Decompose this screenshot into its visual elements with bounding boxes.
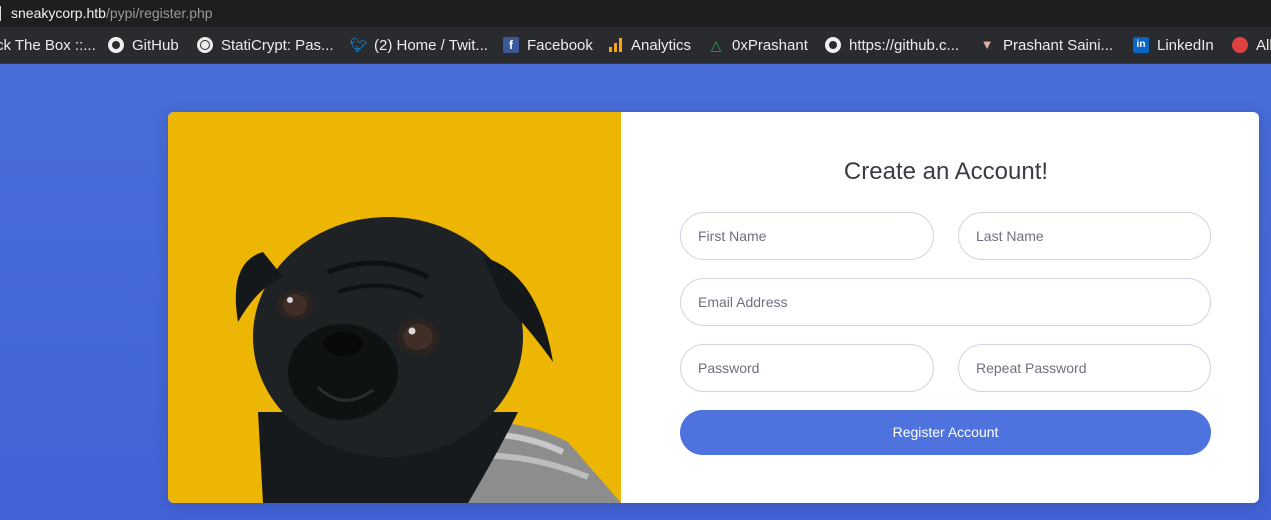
bookmark-label: 0xPrashant [732,36,808,54]
analytics-icon [607,37,623,53]
github-icon [108,37,124,53]
bookmark-github[interactable]: GitHub [108,27,179,63]
triangle-icon: △ [710,37,722,53]
twitter-icon: 🐦︎ [350,37,368,53]
email-placeholder: Email Address [698,294,788,310]
bookmark-label: (2) Home / Twit... [374,36,488,54]
last-name-placeholder: Last Name [976,228,1044,244]
bookmark-label: Facebook [527,36,593,54]
password-input[interactable]: Password [680,344,934,392]
first-name-input[interactable]: First Name [680,212,934,260]
password-placeholder: Password [698,360,760,376]
email-input[interactable]: Email Address [680,278,1211,326]
pug-illustration [235,217,621,503]
bookmark-label: All [1256,36,1271,54]
linkedin-icon: in [1133,37,1149,53]
bookmark-label: LinkedIn [1157,36,1214,54]
red-circle-icon [1232,37,1248,53]
page-title: Create an Account! [843,158,1049,185]
bookmark-0xprashant[interactable]: △ 0xPrashant [708,27,808,63]
pug-photo [168,112,621,503]
github-icon [825,37,841,53]
bookmark-linkedin[interactable]: in LinkedIn [1133,27,1214,63]
bookmark-label: https://github.c... [849,36,960,54]
bookmark-twitter[interactable]: 🐦︎ (2) Home / Twit... [350,27,488,63]
url-host: sneakycorp.htb [11,5,106,21]
register-card: Create an Account! First Name Last Name … [168,112,1259,503]
first-name-placeholder: First Name [698,228,767,244]
bookmark-github-2[interactable]: https://github.c... [825,27,959,63]
bookmark-analytics[interactable]: Analytics [607,27,691,63]
drop-icon: ▼ [980,37,994,52]
bookmark-prashant[interactable]: ▼ Prashant Saini... [979,27,1114,63]
text-cursor [0,6,1,21]
register-form: Create an Account! First Name Last Name … [621,112,1259,503]
bookmark-staticrypt[interactable]: StatiCrypt: Pas... [197,27,334,63]
bookmark-hackthebox[interactable]: ck The Box ::... [0,27,96,63]
bookmark-label: Analytics [631,36,692,54]
bookmark-all[interactable]: All [1232,27,1271,63]
url-text[interactable]: sneakycorp.htb/pypi/register.php [11,5,213,21]
repeat-password-placeholder: Repeat Password [976,360,1087,376]
bookmark-label: Prashant Saini... [1003,36,1114,54]
address-bar[interactable]: sneakycorp.htb/pypi/register.php [0,0,1271,27]
bookmarks-bar: ck The Box ::... GitHub StatiCrypt: Pas.… [0,27,1271,64]
register-account-button[interactable]: Register Account [680,410,1211,455]
last-name-input[interactable]: Last Name [958,212,1211,260]
bookmark-facebook[interactable]: f Facebook [503,27,593,63]
globe-icon [197,37,213,53]
repeat-password-input[interactable]: Repeat Password [958,344,1211,392]
bookmark-label: StatiCrypt: Pas... [221,36,334,54]
facebook-icon: f [503,37,519,53]
bookmark-label: GitHub [132,36,179,54]
bookmark-label: ck The Box ::... [0,36,96,54]
url-path: /pypi/register.php [105,5,213,21]
